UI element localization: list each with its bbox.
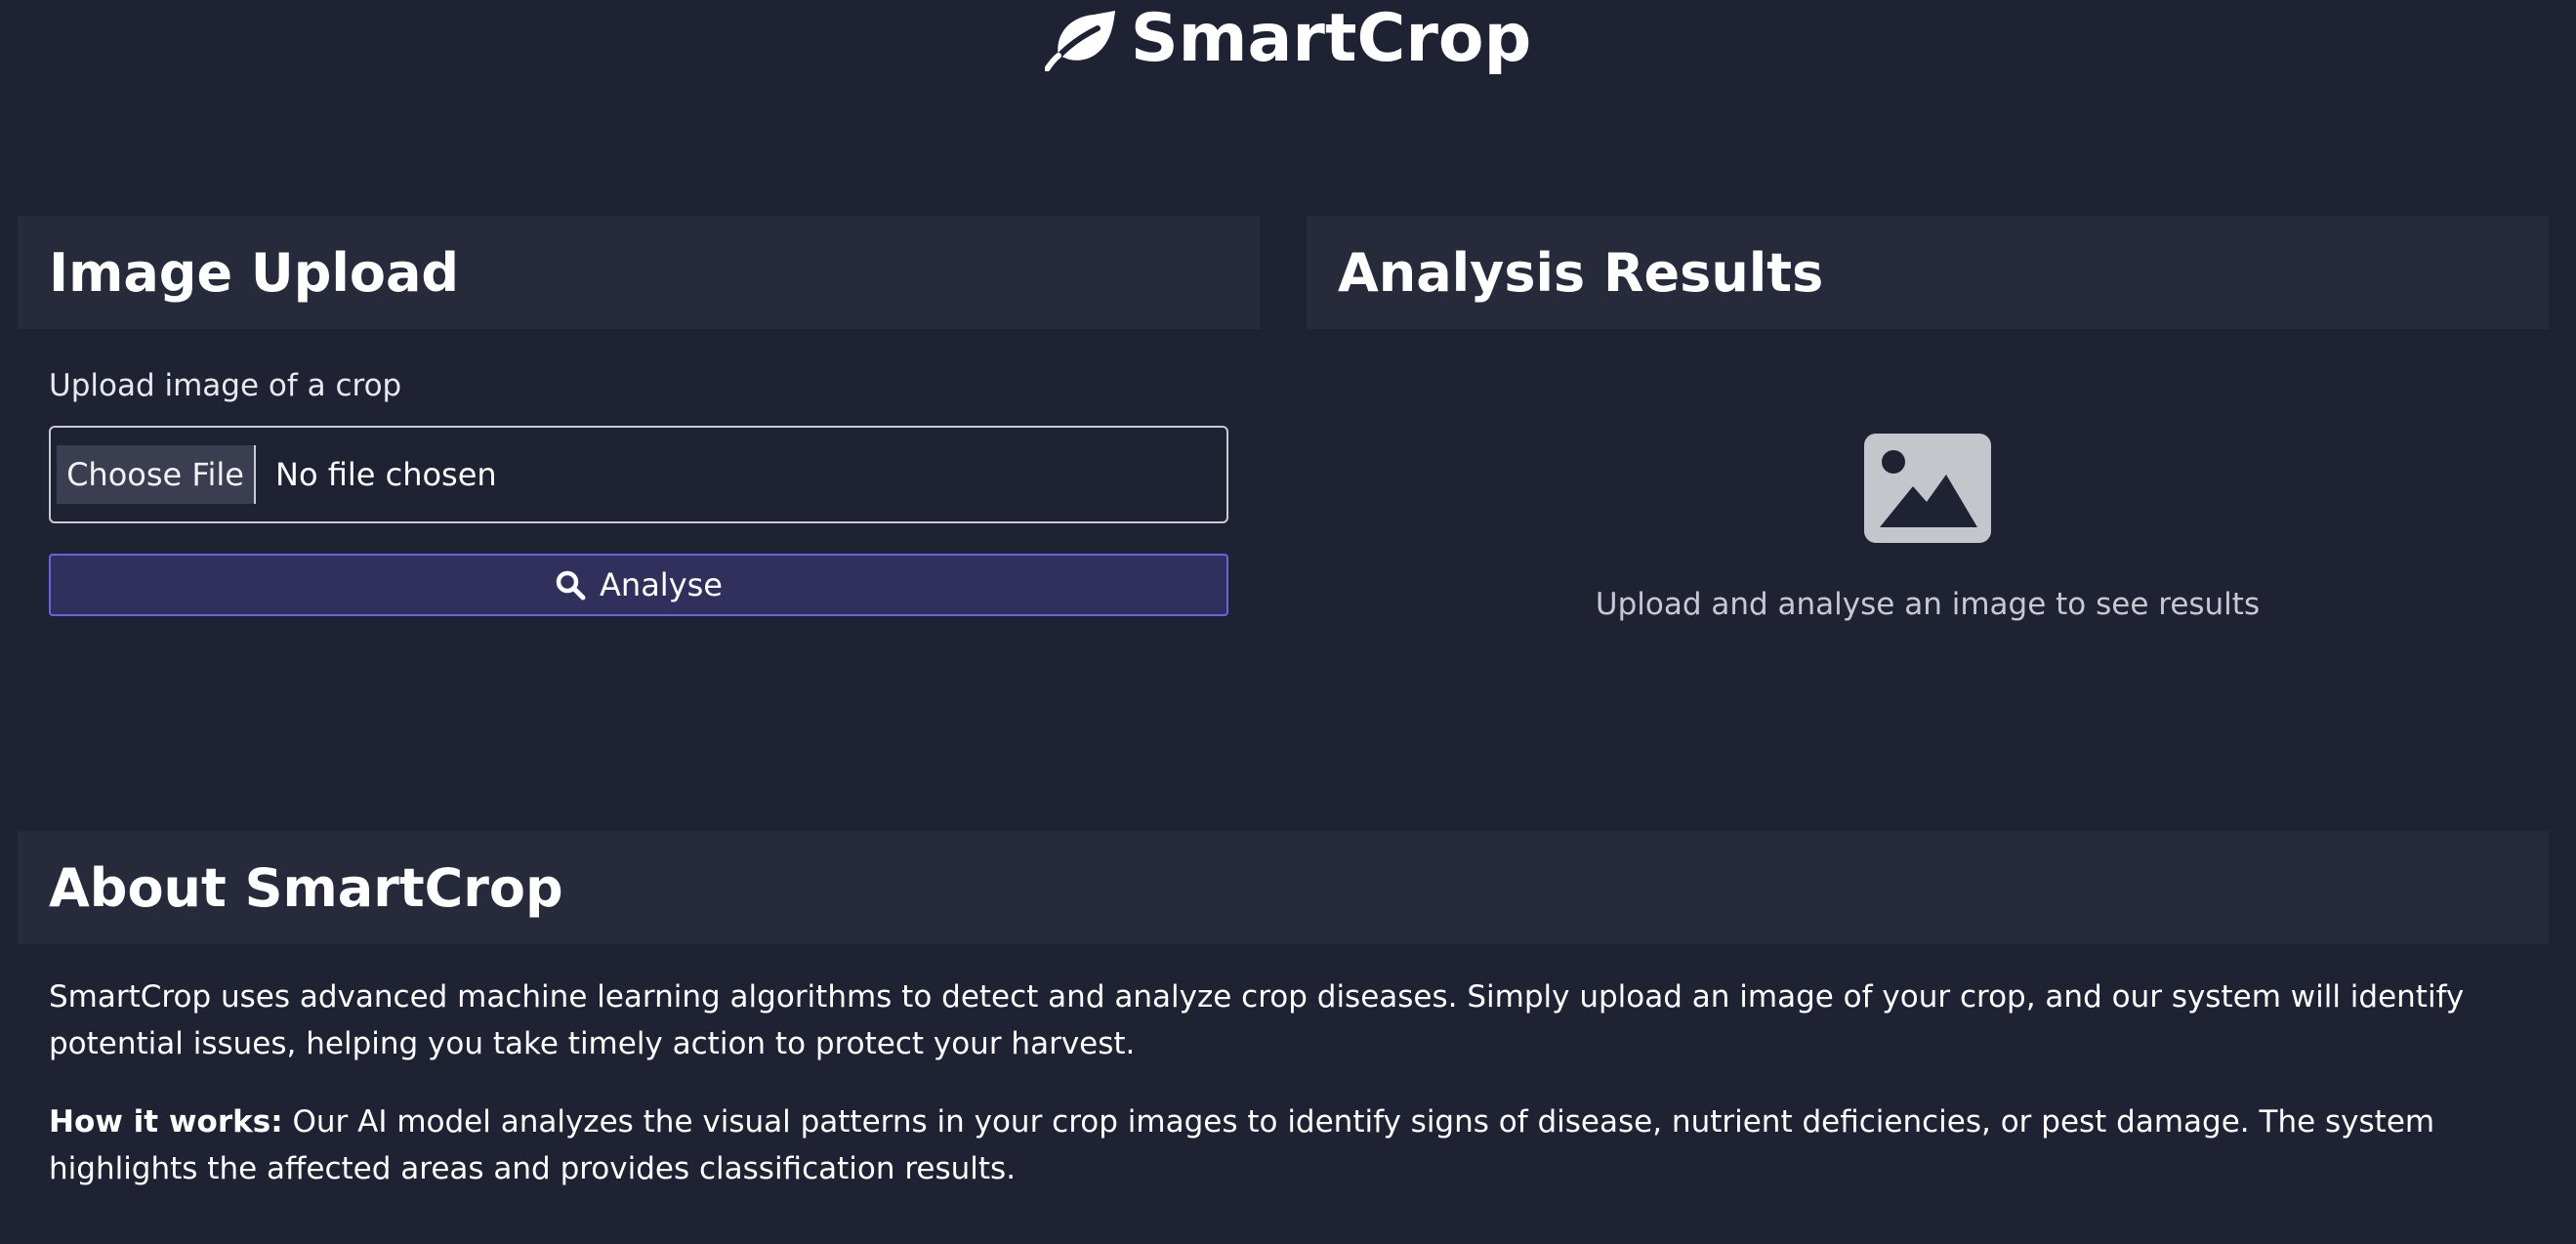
about-paragraph: SmartCrop uses advanced machine learning… — [49, 979, 2465, 1061]
file-input[interactable]: Choose File No file chosen — [49, 426, 1228, 523]
search-icon — [556, 570, 586, 601]
image-upload-heading: Image Upload — [49, 241, 460, 304]
brand: SmartCrop — [1044, 0, 1532, 77]
about-header: About SmartCrop — [18, 831, 2549, 944]
analysis-results-header: Analysis Results — [1307, 216, 2549, 329]
app-header: SmartCrop — [0, 0, 2576, 78]
image-upload-header: Image Upload — [18, 216, 1260, 329]
about-card: About SmartCrop SmartCrop uses advanced … — [18, 831, 2549, 1192]
how-it-works-label: How it works: — [49, 1104, 283, 1140]
analyse-button-label: Analyse — [600, 566, 723, 603]
choose-file-button[interactable]: Choose File — [57, 445, 256, 504]
image-icon — [1864, 434, 1991, 543]
upload-label: Upload image of a crop — [49, 368, 402, 403]
analyse-button[interactable]: Analyse — [49, 554, 1228, 616]
about-heading: About SmartCrop — [49, 856, 563, 919]
app-title: SmartCrop — [1130, 0, 1532, 77]
leaf-icon — [1044, 11, 1115, 71]
results-placeholder-text: Upload and analyse an image to see resul… — [1595, 587, 2261, 622]
analysis-results-card: Analysis Results Upload and analyse an i… — [1307, 216, 2549, 622]
analysis-results-heading: Analysis Results — [1338, 241, 1824, 304]
image-upload-card: Image Upload Upload image of a crop Choo… — [18, 216, 1260, 616]
about-body: SmartCrop uses advanced machine learning… — [18, 974, 2549, 1192]
how-it-works-paragraph: How it works: Our AI model analyzes the … — [49, 1099, 2510, 1192]
how-it-works-text: Our AI model analyzes the visual pattern… — [49, 1104, 2435, 1186]
file-status-text: No file chosen — [275, 456, 497, 493]
